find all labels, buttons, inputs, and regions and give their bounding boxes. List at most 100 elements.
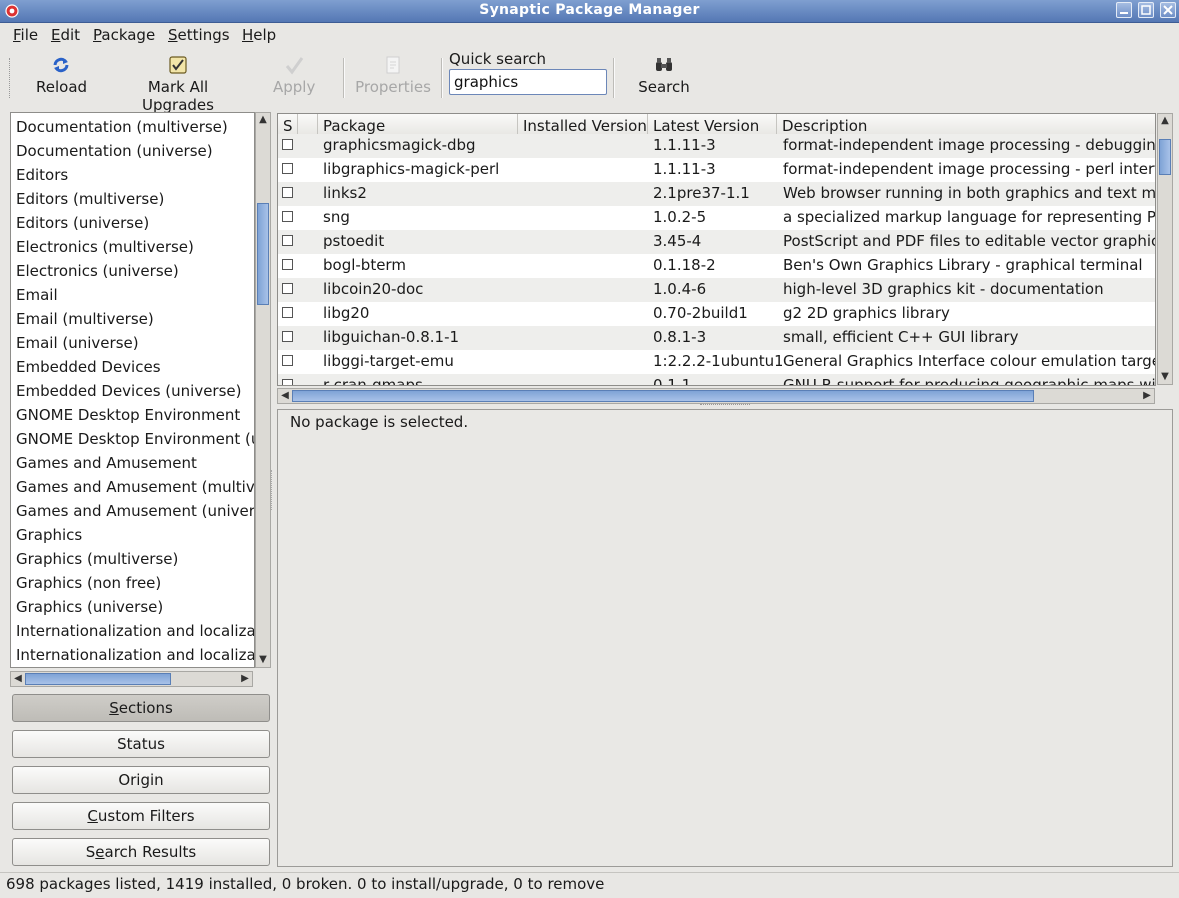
table-row[interactable]: graphicsmagick-dbg 1.1.11-3 format-indepen… <box>278 134 1155 158</box>
menu-file[interactable]: File <box>13 26 38 44</box>
section-item[interactable]: Graphics (non free) <box>16 574 161 592</box>
package-checkbox[interactable] <box>282 163 293 174</box>
package-checkbox[interactable] <box>282 331 293 342</box>
scroll-up-icon[interactable]: ▲ <box>256 113 270 127</box>
package-checkbox[interactable] <box>282 283 293 294</box>
package-table[interactable]: S Package Installed Version Latest Versi… <box>277 113 1156 386</box>
cell-latest: 1.0.2-5 <box>653 208 707 226</box>
section-item[interactable]: Graphics <box>16 526 82 544</box>
sections-vertical-scrollbar[interactable]: ▲ ▼ <box>255 112 271 668</box>
sections-list[interactable]: Documentation (multiverse) Documentation … <box>10 112 255 668</box>
menu-package[interactable]: Package <box>93 26 155 44</box>
scrollbar-thumb[interactable] <box>257 203 269 305</box>
section-item[interactable]: Email <box>16 286 58 304</box>
table-row[interactable]: libcoin20-doc 1.0.4-6 high-level 3D graphi… <box>278 278 1155 302</box>
package-checkbox[interactable] <box>282 259 293 270</box>
section-item[interactable]: Graphics (multiverse) <box>16 550 178 568</box>
section-item[interactable]: Electronics (universe) <box>16 262 179 280</box>
scrollbar-thumb[interactable] <box>292 390 1034 402</box>
section-item[interactable]: Electronics (multiverse) <box>16 238 194 256</box>
cell-latest: 1.1.11-3 <box>653 136 716 154</box>
scrollbar-thumb[interactable] <box>1159 139 1171 175</box>
binoculars-icon <box>656 58 672 71</box>
cell-description: General Graphics Interface colour emulat… <box>783 352 1155 370</box>
apply-label: Apply <box>273 78 316 96</box>
section-item[interactable]: Internationalization and localizat <box>16 646 254 664</box>
mark-all-upgrades-button[interactable]: Mark All Upgrades <box>110 54 246 114</box>
reload-button[interactable]: Reload <box>36 54 88 96</box>
close-button[interactable] <box>1160 2 1176 18</box>
cell-latest: 1:2.2.2-1ubuntu1 <box>653 352 782 370</box>
sections-filter-button[interactable]: Sections <box>12 694 270 722</box>
section-item[interactable]: Embedded Devices (universe) <box>16 382 241 400</box>
sections-horizontal-scrollbar[interactable]: ◀ ▶ <box>10 671 253 687</box>
cell-description: high-level 3D graphics kit - documentati… <box>783 280 1104 298</box>
section-item[interactable]: GNOME Desktop Environment (u <box>16 430 254 448</box>
cell-description: GNU R support for producing geographic m… <box>783 376 1155 386</box>
menu-help[interactable]: Help <box>242 26 276 44</box>
package-checkbox[interactable] <box>282 139 293 150</box>
scroll-down-icon[interactable]: ▼ <box>256 653 270 667</box>
scroll-up-icon[interactable]: ▲ <box>1158 114 1172 128</box>
scrollbar-thumb[interactable] <box>25 673 171 685</box>
package-checkbox[interactable] <box>282 235 293 246</box>
origin-filter-button[interactable]: Origin <box>12 766 270 794</box>
search-button[interactable]: Search <box>638 54 690 96</box>
section-item[interactable]: Email (universe) <box>16 334 139 352</box>
apply-button[interactable]: Apply <box>273 54 315 96</box>
table-row[interactable]: libguichan-0.8.1-1 0.8.1-3 small, efficien… <box>278 326 1155 350</box>
scroll-right-icon[interactable]: ▶ <box>238 672 252 686</box>
table-row[interactable]: libgraphics-magick-perl 1.1.11-3 format-in… <box>278 158 1155 182</box>
pane-splitter[interactable] <box>271 470 276 510</box>
properties-button[interactable]: Properties <box>355 54 431 96</box>
scroll-left-icon[interactable]: ◀ <box>11 672 25 686</box>
section-item[interactable]: Games and Amusement (univers <box>16 502 254 520</box>
section-item[interactable]: Embedded Devices <box>16 358 161 376</box>
table-row[interactable]: r-cran-gmaps 0.1.1 GNU R support for produ… <box>278 374 1155 386</box>
table-row[interactable]: sng 1.0.2-5 a specialized markup language … <box>278 206 1155 230</box>
cell-latest: 0.70-2build1 <box>653 304 748 322</box>
section-item[interactable]: Documentation (multiverse) <box>16 118 228 136</box>
packages-horizontal-scrollbar[interactable]: ◀ ▶ <box>277 388 1155 404</box>
package-checkbox[interactable] <box>282 211 293 222</box>
menu-settings[interactable]: Settings <box>168 26 230 44</box>
menu-edit[interactable]: Edit <box>51 26 80 44</box>
cell-description: format-independent image processing - pe… <box>783 160 1155 178</box>
table-row[interactable]: links2 2.1pre37-1.1 Web browser running in… <box>278 182 1155 206</box>
package-checkbox[interactable] <box>282 307 293 318</box>
package-checkbox[interactable] <box>282 187 293 198</box>
maximize-button[interactable] <box>1138 2 1154 18</box>
packages-vertical-scrollbar[interactable]: ▲ ▼ <box>1157 113 1173 385</box>
section-item[interactable]: Email (multiverse) <box>16 310 154 328</box>
table-row[interactable]: pstoedit 3.45-4 PostScript and PDF files t… <box>278 230 1155 254</box>
section-item[interactable]: Editors (universe) <box>16 214 149 232</box>
custom-filters-button[interactable]: Custom Filters <box>12 802 270 830</box>
toolbar-grip[interactable] <box>9 58 13 98</box>
table-row[interactable]: bogl-bterm 0.1.18-2 Ben's Own Graphics Lib… <box>278 254 1155 278</box>
minimize-button[interactable] <box>1116 2 1132 18</box>
search-results-button[interactable]: Search Results <box>12 838 270 866</box>
section-item[interactable]: Internationalization and localizat <box>16 622 254 640</box>
scroll-down-icon[interactable]: ▼ <box>1158 370 1172 384</box>
package-checkbox[interactable] <box>282 355 293 366</box>
section-item[interactable]: Games and Amusement (multive <box>16 478 254 496</box>
status-text: 698 packages listed, 1419 installed, 0 b… <box>6 875 605 893</box>
cell-latest: 1.1.11-3 <box>653 160 716 178</box>
cell-package: r-cran-gmaps <box>323 376 423 386</box>
reload-label: Reload <box>36 78 88 96</box>
section-item[interactable]: Graphics (universe) <box>16 598 163 616</box>
section-item[interactable]: Editors (multiverse) <box>16 190 164 208</box>
package-details-pane: No package is selected. <box>277 409 1173 867</box>
section-item[interactable]: Editors <box>16 166 68 184</box>
quick-search-input[interactable] <box>449 69 607 95</box>
section-item[interactable]: Games and Amusement <box>16 454 197 472</box>
package-checkbox[interactable] <box>282 379 293 385</box>
scroll-right-icon[interactable]: ▶ <box>1140 389 1154 403</box>
table-row[interactable]: libggi-target-emu 1:2.2.2-1ubuntu1 General… <box>278 350 1155 374</box>
table-row[interactable]: libg20 0.70-2build1 g2 2D graphics library <box>278 302 1155 326</box>
scroll-left-icon[interactable]: ◀ <box>278 389 292 403</box>
status-filter-button[interactable]: Status <box>12 730 270 758</box>
section-item[interactable]: Documentation (universe) <box>16 142 213 160</box>
cell-description: Ben's Own Graphics Library - graphical t… <box>783 256 1143 274</box>
section-item[interactable]: GNOME Desktop Environment <box>16 406 240 424</box>
